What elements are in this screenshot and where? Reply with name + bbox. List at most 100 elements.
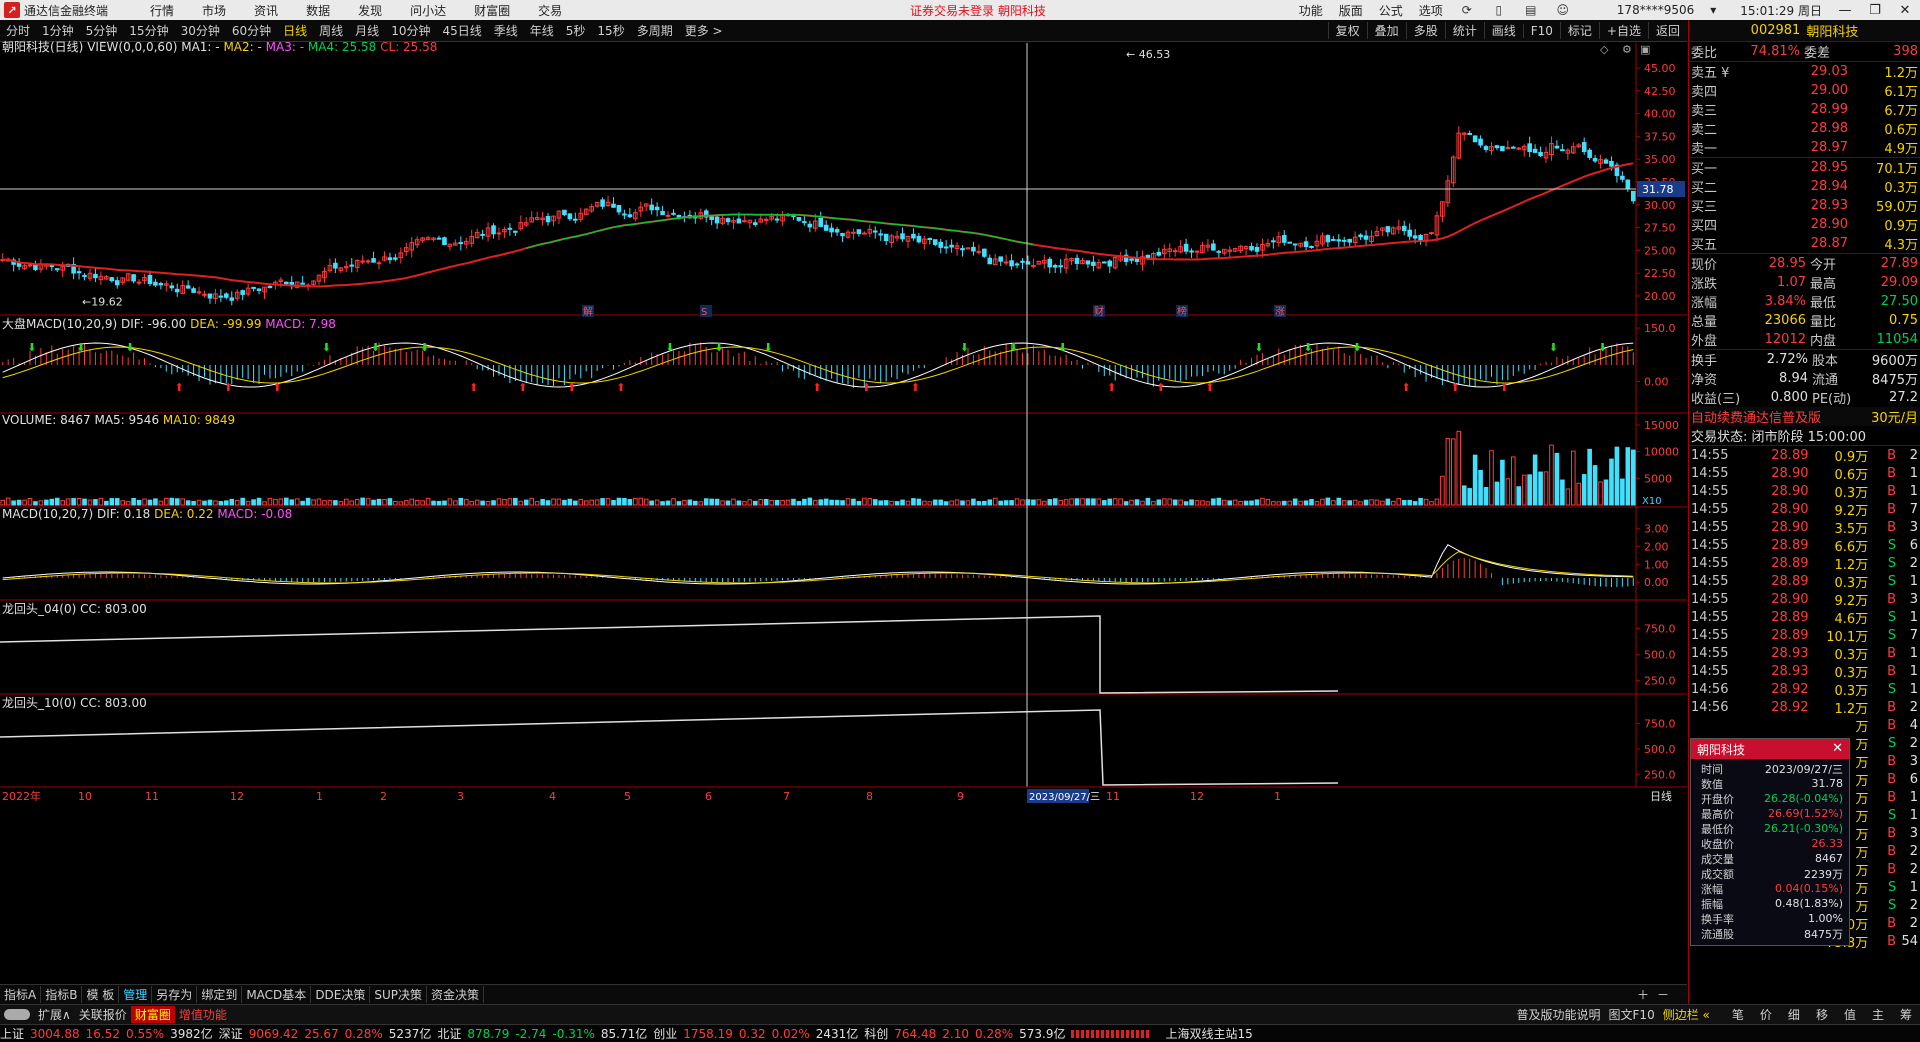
popup-close-icon[interactable]: ✕ <box>1832 741 1843 756</box>
buy-level-2[interactable]: 买二 28.94 0.3万 <box>1689 177 1920 196</box>
menu-discover[interactable]: 发现 <box>358 2 382 19</box>
indicator-tab-7[interactable]: DDE决策 <box>311 986 371 1003</box>
menu-wealth[interactable]: 财富圈 <box>474 2 510 19</box>
indicator-tab-8[interactable]: SUP决策 <box>370 986 428 1003</box>
menu-data[interactable]: 数据 <box>306 2 330 19</box>
indicator-tabs: 指标A 指标B 模 板管理 另存为 绑定到 MACD基本 DDE决策 SUP决策 资金决策 ＋ … <box>0 984 1687 1004</box>
side-tab-3[interactable]: 移 <box>1808 1006 1836 1023</box>
buy-level-4[interactable]: 买四 28.90 0.9万 <box>1689 215 1920 234</box>
period-11[interactable]: 季线 <box>488 22 524 39</box>
period-7[interactable]: 周线 <box>313 22 349 39</box>
menu-options[interactable]: 选项 <box>1419 2 1443 19</box>
menu-formula[interactable]: 公式 <box>1379 2 1403 19</box>
menu-layout[interactable]: 版面 <box>1339 2 1363 19</box>
menu-ask[interactable]: 问小达 <box>410 2 446 19</box>
period-13[interactable]: 5秒 <box>560 22 592 39</box>
news-icon[interactable]: ▤ <box>1524 3 1538 17</box>
tool-stats[interactable]: 统计 <box>1444 22 1484 39</box>
side-tab-1[interactable]: 价 <box>1752 1006 1780 1023</box>
side-tab-2[interactable]: 细 <box>1780 1006 1808 1023</box>
indicator-tab-9[interactable]: 资金决策 <box>427 986 485 1003</box>
tool-draw[interactable]: 画线 <box>1483 22 1523 39</box>
refresh-icon[interactable]: ⟳ <box>1460 3 1474 17</box>
period-6[interactable]: 日线 <box>277 22 313 39</box>
tool-f10[interactable]: F10 <box>1522 23 1560 38</box>
period-1[interactable]: 1分钟 <box>36 22 80 39</box>
sidebar-toggle[interactable]: 侧边栏 « <box>1659 1006 1714 1023</box>
period-12[interactable]: 年线 <box>524 22 560 39</box>
tool-multistock[interactable]: 多股 <box>1405 22 1445 39</box>
cy-label[interactable]: 创业 <box>653 1025 677 1042</box>
sell-level-2[interactable]: 卖二 28.98 0.6万 <box>1689 119 1920 138</box>
zoom-out-icon[interactable]: － <box>1653 986 1673 1003</box>
period-10[interactable]: 45日线 <box>436 22 487 39</box>
period-2[interactable]: 5分钟 <box>80 22 124 39</box>
server-name[interactable]: 上海双线主站15 <box>1165 1025 1252 1042</box>
indicator-tab-4[interactable]: 另存为 <box>152 986 198 1003</box>
wealth-button[interactable]: 财富圈 <box>130 1006 175 1023</box>
chart-area[interactable]: 45.0042.5040.0037.5035.0032.5030.0027.50… <box>0 40 1687 985</box>
indicator-tab-3[interactable]: 管理 <box>119 986 153 1003</box>
indicator-tab-2[interactable]: 模 板 <box>82 986 120 1003</box>
sell-level-5[interactable]: 卖五 ¥ 29.03 1.2万 <box>1689 62 1920 81</box>
stock-header[interactable]: 002981 朝阳科技 <box>1689 20 1920 42</box>
value-added-button[interactable]: 增值功能 <box>175 1006 231 1023</box>
sell-level-1[interactable]: 卖一 28.97 4.9万 <box>1689 138 1920 157</box>
toggle-switch-icon[interactable] <box>4 1009 30 1020</box>
f10-link[interactable]: 图文F10 <box>1605 1006 1659 1023</box>
period-16[interactable]: 更多 > <box>679 22 729 39</box>
promo-row[interactable]: 自动续费通达信普及版 30元/月 <box>1689 407 1920 426</box>
period-0[interactable]: 分时 <box>0 22 36 39</box>
period-14[interactable]: 15秒 <box>591 22 630 39</box>
account-id[interactable]: 178****9506 <box>1617 3 1694 17</box>
related-quote-button[interactable]: 关联报价 <box>75 1006 131 1023</box>
period-4[interactable]: 30分钟 <box>175 22 226 39</box>
indicator-tab-6[interactable]: MACD基本 <box>242 986 312 1003</box>
volume-bar <box>338 501 344 506</box>
tool-adjust[interactable]: 复权 <box>1327 22 1367 39</box>
menu-market[interactable]: 市场 <box>202 2 226 19</box>
kc-label[interactable]: 科创 <box>864 1025 888 1042</box>
menu-chevron-icon[interactable]: ▾ <box>1710 3 1716 17</box>
zoom-in-icon[interactable]: ＋ <box>1633 986 1653 1003</box>
indicator-tab-1[interactable]: 指标B <box>41 986 83 1003</box>
sell-level-4[interactable]: 卖四 29.00 6.1万 <box>1689 81 1920 100</box>
menu-function[interactable]: 功能 <box>1299 2 1323 19</box>
volume-bar <box>65 498 71 506</box>
buy-level-5[interactable]: 买五 28.87 4.3万 <box>1689 234 1920 253</box>
restore-icon[interactable]: ❐ <box>1862 3 1888 18</box>
tool-mark[interactable]: 标记 <box>1559 22 1599 39</box>
menu-trade[interactable]: 交易 <box>538 2 562 19</box>
menu-quotes[interactable]: 行情 <box>150 2 174 19</box>
period-3[interactable]: 15分钟 <box>123 22 174 39</box>
side-tab-6[interactable]: 筹 <box>1892 1006 1920 1023</box>
indicator-tab-5[interactable]: 绑定到 <box>197 986 243 1003</box>
tool-add-watchlist[interactable]: +自选 <box>1598 22 1648 39</box>
phone-icon[interactable]: ▯ <box>1492 3 1506 17</box>
buy-level-3[interactable]: 买三 28.93 59.0万 <box>1689 196 1920 215</box>
side-tab-0[interactable]: 笔 <box>1724 1006 1752 1023</box>
volume-bar <box>774 499 780 506</box>
tool-back[interactable]: 返回 <box>1647 22 1687 39</box>
expand-button[interactable]: 扩展∧ <box>34 1006 75 1023</box>
indicator-tab-0[interactable]: 指标A <box>0 986 42 1003</box>
user-icon[interactable]: ☺ <box>1556 3 1570 17</box>
period-15[interactable]: 多周期 <box>631 22 679 39</box>
close-icon[interactable]: ✕ <box>1892 3 1918 18</box>
minimize-icon[interactable]: — <box>1832 3 1858 18</box>
period-9[interactable]: 10分钟 <box>385 22 436 39</box>
sh-label[interactable]: 上证 <box>0 1025 24 1042</box>
period-5[interactable]: 60分钟 <box>226 22 277 39</box>
side-tab-5[interactable]: 主 <box>1864 1006 1892 1023</box>
period-8[interactable]: 月线 <box>349 22 385 39</box>
side-tab-4[interactable]: 值 <box>1836 1006 1864 1023</box>
tool-overlay[interactable]: 叠加 <box>1366 22 1406 39</box>
volume-bar <box>305 497 311 506</box>
feature-help-link[interactable]: 普及版功能说明 <box>1513 1006 1605 1023</box>
sz-label[interactable]: 深证 <box>219 1025 243 1042</box>
bz-label[interactable]: 北证 <box>437 1025 461 1042</box>
login-warning[interactable]: 证券交易未登录 朝阳科技 <box>910 2 1046 19</box>
buy-level-1[interactable]: 买一 28.95 70.1万 <box>1689 158 1920 177</box>
sell-level-3[interactable]: 卖三 28.99 6.7万 <box>1689 100 1920 119</box>
menu-news[interactable]: 资讯 <box>254 2 278 19</box>
